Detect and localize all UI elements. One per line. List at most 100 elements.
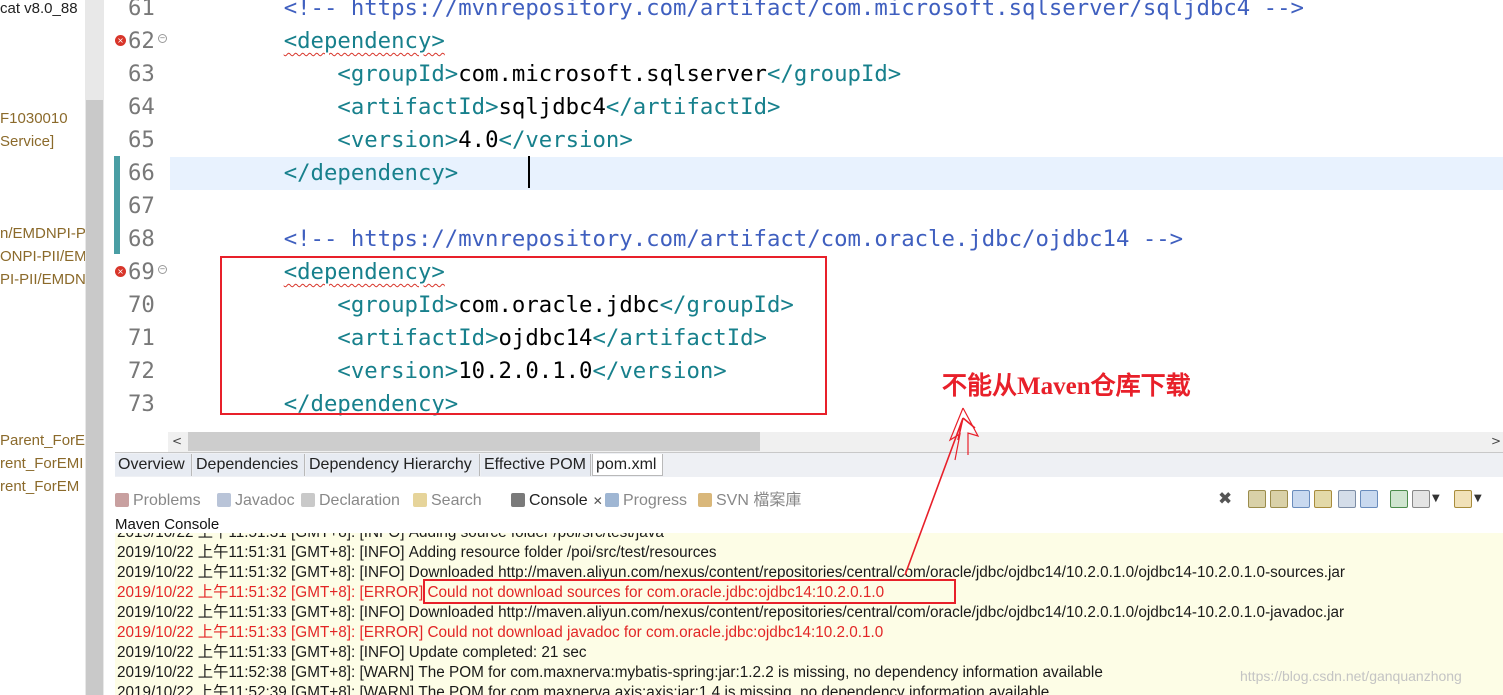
tab-progress[interactable]: Progress [605, 490, 687, 512]
console-action-icon[interactable] [1338, 490, 1356, 508]
code-line[interactable]: 67 [104, 190, 1503, 223]
xml-text: sqljdbc4 [498, 94, 606, 120]
code-line[interactable]: 63 <groupId>com.microsoft.sqlserver</gro… [104, 58, 1503, 91]
console-action-icon[interactable] [1360, 490, 1378, 508]
console-action-icon[interactable] [1270, 490, 1288, 508]
tab-declaration[interactable]: Declaration [301, 490, 400, 512]
xml-text [230, 0, 284, 21]
scrollbar-thumb[interactable] [188, 432, 760, 451]
scrollbar-thumb[interactable] [86, 100, 103, 695]
project-tree-item[interactable]: ONPI-PII/EMD [0, 248, 98, 265]
bottom-view-tabs: Problems Javadoc Declaration Search Console ✕… [115, 486, 1503, 514]
line-number: 68 [128, 226, 155, 252]
tab-label: Console [529, 492, 588, 509]
xml-comment: <!-- https://mvnrepository.com/artifact/… [283, 226, 1184, 252]
xml-tag: <groupId> [337, 61, 459, 87]
code-line[interactable]: 66 </dependency> [104, 157, 1503, 190]
code-text: <groupId>com.microsoft.sqlserver</groupI… [230, 58, 901, 91]
xml-tag: </artifactId> [605, 94, 781, 120]
console-action-icon[interactable] [1248, 490, 1266, 508]
line-number: 69 [128, 259, 155, 285]
scroll-left-arrow-icon[interactable]: < [172, 434, 182, 448]
project-tree-item[interactable]: rent_ForEM [0, 478, 79, 495]
tab-problems[interactable]: Problems [115, 490, 201, 512]
tab-pom-xml[interactable]: pom.xml [592, 454, 663, 476]
line-number: 63 [128, 61, 155, 87]
code-text: <version>4.0</version> [230, 124, 633, 157]
display-console-icon[interactable] [1412, 490, 1430, 508]
tab-label: Javadoc [235, 492, 295, 509]
tab-label: Progress [623, 492, 688, 509]
error-marker-icon[interactable]: × [115, 35, 126, 46]
project-tree-item[interactable]: rent_ForEMI [0, 455, 83, 472]
problems-icon [115, 493, 129, 507]
fold-toggle-icon[interactable]: − [158, 265, 167, 274]
console-action-icon[interactable] [1292, 490, 1310, 508]
console-error-line: 2019/10/22 上午11:51:33 [GMT+8]: [ERROR] C… [117, 624, 884, 641]
xml-tag: </version> [498, 127, 633, 153]
error-marker-icon[interactable]: × [115, 266, 126, 277]
xml-text: 4.0 [458, 127, 499, 153]
console-icon [511, 493, 525, 507]
xml-text [230, 127, 337, 153]
at-icon [217, 493, 231, 507]
code-line[interactable]: 68 <!-- https://mvnrepository.com/artifa… [104, 223, 1503, 256]
code-line[interactable]: × 62− <dependency> [104, 25, 1503, 58]
remove-launch-icon[interactable]: ✖ [1218, 491, 1232, 508]
code-text: </dependency> [230, 157, 459, 190]
xml-text [230, 28, 284, 54]
editor-horizontal-scrollbar[interactable]: < > [168, 432, 1503, 452]
xml-text [230, 226, 284, 252]
tab-svn-[interactable]: SVN 檔案庫 [698, 490, 801, 512]
tab-javadoc[interactable]: Javadoc [217, 490, 295, 512]
console-toolbar: ✖ ▼ ▼ [1218, 490, 1503, 510]
tab-effective-pom[interactable]: Effective POM [481, 454, 591, 476]
line-number: 72 [128, 358, 155, 384]
tab-search[interactable]: Search [413, 490, 482, 512]
tab-label: Search [431, 492, 482, 509]
progress-icon [605, 493, 619, 507]
tab-label: Problems [133, 492, 201, 509]
tab-dependency-hierarchy[interactable]: Dependency Hierarchy [306, 454, 480, 476]
highlight-box-ojdbc14-dependency [220, 256, 827, 415]
line-number: 66 [128, 160, 155, 186]
tab-label: SVN 檔案庫 [716, 492, 802, 509]
console-line: 2019/10/22 上午11:51:31 [GMT+8]: [INFO] Ad… [117, 533, 664, 543]
tab-console[interactable]: Console ✕ [511, 490, 603, 512]
fold-toggle-icon[interactable]: − [158, 34, 167, 43]
search-icon [413, 493, 427, 507]
console-line: 2019/10/22 上午11:51:33 [GMT+8]: [INFO] Do… [117, 604, 1345, 621]
project-tree-item[interactable]: cat v8.0_88 [0, 0, 78, 17]
project-tree-item[interactable]: Parent_ForE [0, 432, 85, 449]
xml-tag: </groupId> [766, 61, 902, 87]
open-console-icon[interactable] [1454, 490, 1472, 508]
project-tree-item[interactable]: F1030010 [0, 110, 68, 127]
xml-comment: <!-- https://mvnrepository.com/artifact/… [283, 0, 1304, 21]
text-caret [528, 156, 530, 188]
project-tree-item[interactable]: n/EMDNPI-P [0, 225, 86, 242]
project-explorer-scrollbar[interactable] [85, 0, 104, 695]
chevron-down-icon[interactable]: ▼ [1432, 493, 1440, 509]
scroll-right-arrow-icon[interactable]: > [1491, 434, 1501, 448]
code-line[interactable]: 65 <version>4.0</version> [104, 124, 1503, 157]
line-number: 62 [128, 28, 155, 54]
tab-overview[interactable]: Overview [115, 454, 192, 476]
code-text: <artifactId>sqljdbc4</artifactId> [230, 91, 780, 124]
console-line: 2019/10/22 上午11:52:38 [GMT+8]: [WARN] Th… [117, 664, 1103, 681]
tab-label: Declaration [319, 492, 400, 509]
xml-text [230, 160, 284, 186]
tab-dependencies[interactable]: Dependencies [193, 454, 305, 476]
code-line[interactable]: 61 <!-- https://mvnrepository.com/artifa… [104, 0, 1503, 25]
line-number: 64 [128, 94, 155, 120]
close-icon[interactable]: ✕ [593, 494, 603, 508]
project-tree-item[interactable]: Service] [0, 133, 54, 150]
project-tree-item[interactable]: PI-PII/EMDN [0, 271, 86, 288]
line-number: 71 [128, 325, 155, 351]
pin-console-icon[interactable] [1390, 490, 1408, 508]
code-line[interactable]: 64 <artifactId>sqljdbc4</artifactId> [104, 91, 1503, 124]
console-action-icon[interactable] [1314, 490, 1332, 508]
svn-icon [698, 493, 712, 507]
line-number: 65 [128, 127, 155, 153]
chevron-down-icon[interactable]: ▼ [1474, 493, 1482, 509]
xml-text [230, 94, 337, 120]
